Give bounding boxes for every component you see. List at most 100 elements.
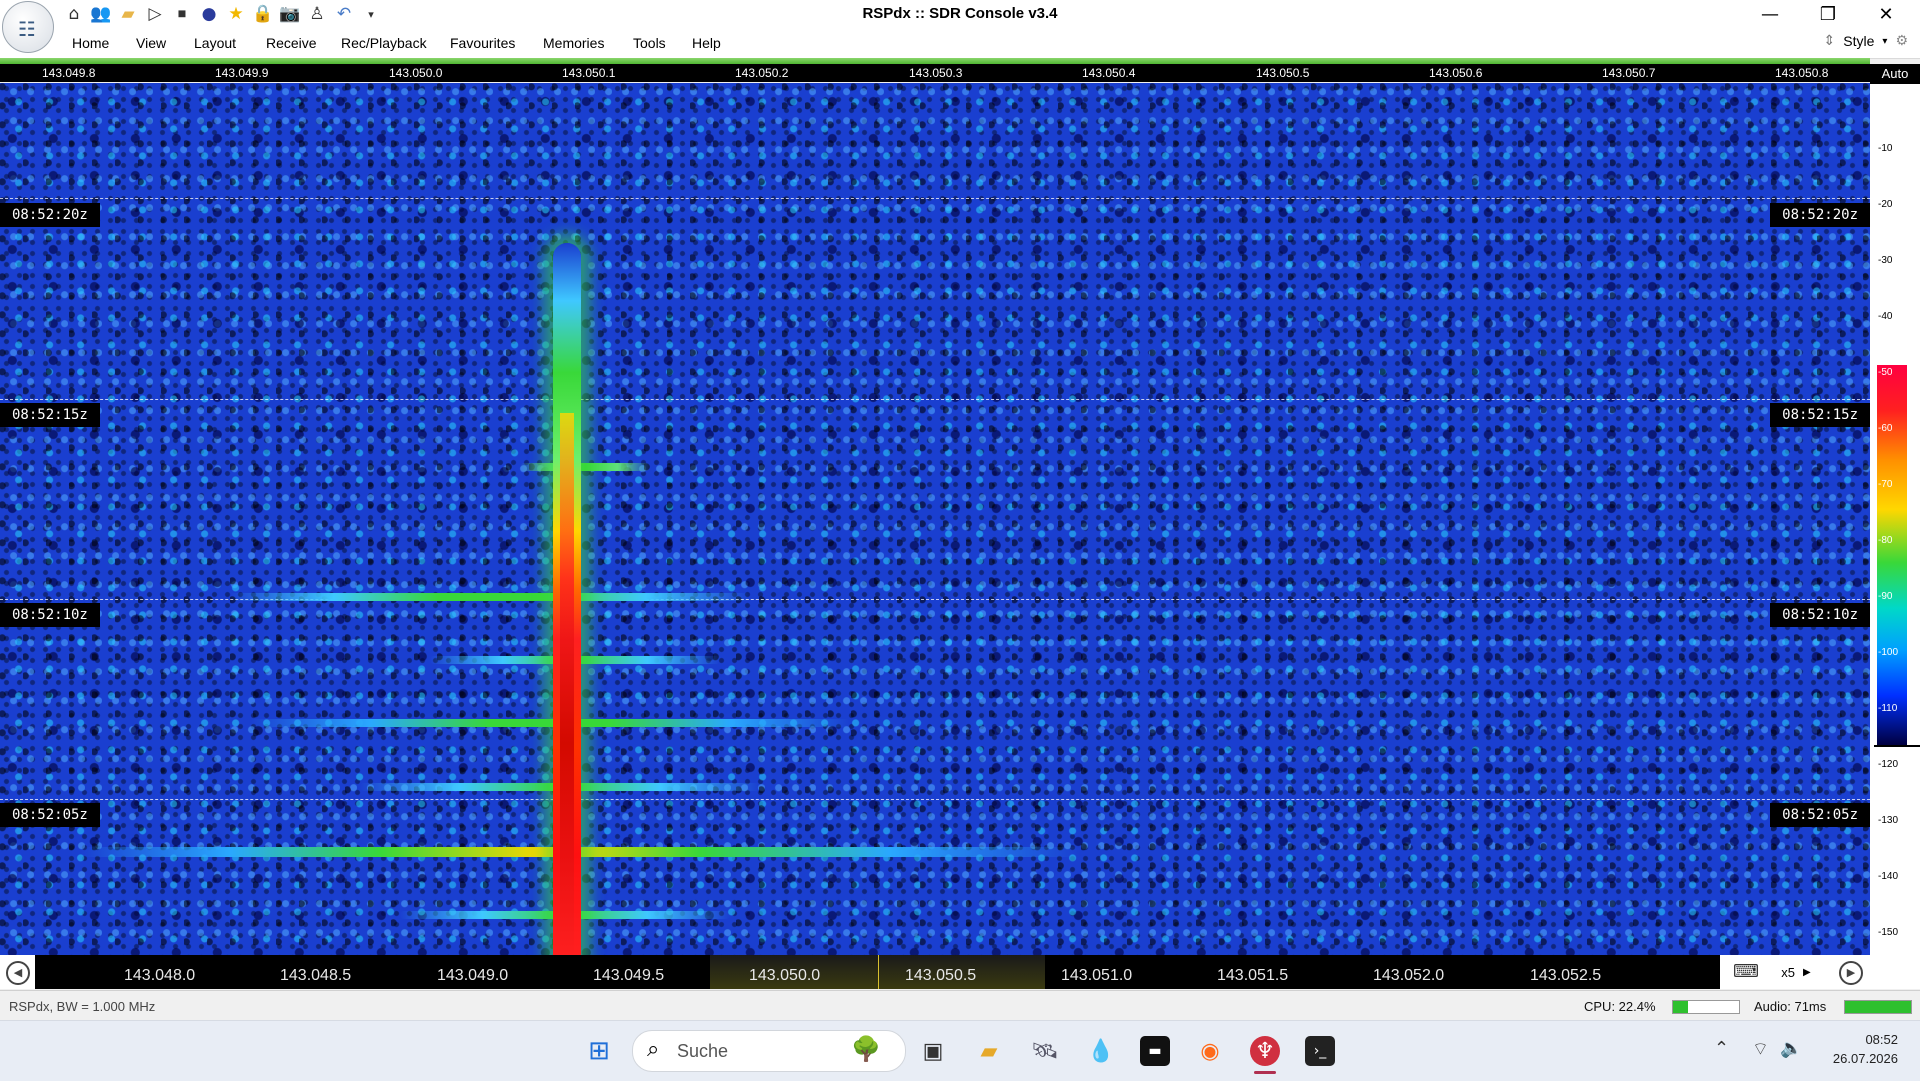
time-gridline <box>0 399 1870 400</box>
menu-memories[interactable]: Memories <box>543 35 604 51</box>
top-tick: 143.050.0 <box>389 66 443 80</box>
db-tick: -110 <box>1878 703 1898 714</box>
search-label: Suche <box>677 1041 729 1061</box>
top-tick: 143.049.8 <box>42 66 96 80</box>
time-label-right: 08:52:20z <box>1770 203 1870 227</box>
tuned-frequency-marker[interactable] <box>878 955 879 989</box>
top-tick: 143.050.2 <box>735 66 789 80</box>
clock-date: 26.07.2026 <box>1832 1051 1898 1066</box>
top-tick: 143.050.5 <box>1256 66 1310 80</box>
db-tick: -50 <box>1878 367 1893 378</box>
time-gridline <box>0 799 1870 800</box>
close-icon[interactable]: ✕ <box>1858 0 1914 28</box>
top-frequency-scale[interactable]: 143.049.8 143.049.9 143.050.0 143.050.1 … <box>0 64 1870 82</box>
menu-layout[interactable]: Layout <box>194 35 236 51</box>
menu-help[interactable]: Help <box>692 35 721 51</box>
gear-icon[interactable]: ⚙ <box>1895 33 1908 49</box>
search-icon: ⌕ <box>647 1037 660 1062</box>
bottom-tick: 143.051.0 <box>1061 967 1133 984</box>
bottom-tick: 143.052.0 <box>1373 967 1445 984</box>
carrier-core <box>560 413 574 955</box>
console-icon[interactable]: ›_ <box>1305 1036 1335 1066</box>
menu-receive[interactable]: Receive <box>266 35 317 51</box>
bottom-tick: 143.049.0 <box>437 967 509 984</box>
top-tick: 143.050.6 <box>1429 66 1483 80</box>
tray-chevron-up-icon[interactable]: ⌃ <box>1714 1038 1729 1059</box>
menu-home[interactable]: Home <box>72 35 109 51</box>
menu-rec-playback[interactable]: Rec/Playback <box>341 35 427 51</box>
menu-tools[interactable]: Tools <box>633 35 666 51</box>
system-clock[interactable]: 08:52 26.07.2026 <box>1833 1030 1898 1068</box>
cpu-label: CPU: 22.4% <box>1584 999 1656 1014</box>
top-tick: 143.050.3 <box>909 66 963 80</box>
db-tick: -120 <box>1878 759 1899 770</box>
search-box[interactable]: ⌕ Suche 🌳 <box>632 1030 906 1072</box>
time-label-left: 08:52:10z <box>0 603 100 627</box>
sdr-console-icon[interactable]: ♆ <box>1250 1036 1280 1066</box>
satellite-icon[interactable]: 🛰 <box>1030 1036 1060 1066</box>
window-title: RSPdx :: SDR Console v3.4 <box>862 5 1058 22</box>
top-tick: 143.050.1 <box>562 66 616 80</box>
time-label-left: 08:52:05z <box>0 803 100 827</box>
colormap-bar[interactable] <box>1877 365 1907 745</box>
folder-icon[interactable]: ▰ <box>974 1036 1004 1066</box>
db-tick: -10 <box>1878 143 1893 154</box>
firefox-icon[interactable]: ◉ <box>1195 1036 1225 1066</box>
db-tick: -80 <box>1878 535 1893 546</box>
play-arrow-icon[interactable]: ▶ <box>1803 967 1811 978</box>
scroll-icon: ⇕ <box>1823 33 1836 49</box>
bottom-tick: 143.050.5 <box>905 967 977 984</box>
bottom-tick: 143.048.0 <box>124 967 196 984</box>
active-app-indicator <box>1254 1071 1276 1074</box>
restore-icon[interactable]: ❐ <box>1800 0 1856 28</box>
time-label-right: 08:52:05z <box>1770 803 1870 827</box>
db-tick: -40 <box>1878 311 1893 322</box>
taskbar <box>0 1020 1920 1081</box>
status-bar: RSPdx, BW = 1.000 MHz CPU: 22.4% Audio: … <box>0 990 1920 1021</box>
scroll-right-icon[interactable]: ▶ <box>1839 961 1863 985</box>
top-tick: 143.049.9 <box>215 66 269 80</box>
signal-streak <box>250 719 850 727</box>
db-tick: -130 <box>1878 815 1899 826</box>
signal-streak <box>230 593 750 601</box>
minimize-icon[interactable]: — <box>1742 0 1798 28</box>
top-tick: 143.050.4 <box>1082 66 1136 80</box>
time-label-right: 08:52:10z <box>1770 603 1870 627</box>
windows-start-icon[interactable]: ⊞ <box>584 1036 614 1066</box>
drop-app-icon[interactable]: 💧 <box>1086 1036 1116 1066</box>
terminal-icon[interactable]: ▬ <box>1140 1036 1170 1066</box>
audio-meter <box>1844 1000 1912 1014</box>
file-manager-icon[interactable]: ▣ <box>918 1036 948 1066</box>
time-label-right: 08:52:15z <box>1770 403 1870 427</box>
style-label[interactable]: Style <box>1843 33 1874 49</box>
bottom-tick: 143.051.5 <box>1217 967 1289 984</box>
menu-view[interactable]: View <box>136 35 166 51</box>
bottom-tick: 143.052.5 <box>1530 967 1602 984</box>
bottom-tick: 143.048.5 <box>280 967 352 984</box>
db-tick: -140 <box>1878 871 1899 882</box>
bonsai-icon: 🌳 <box>851 1035 881 1063</box>
db-tick: -60 <box>1878 423 1893 434</box>
title-bar: ⌂ 👥 ▰ ▷ ⏹ ● ★ 🔒 📷 ♙ ↶ ▾ RSPdx :: SDR Con… <box>0 0 1920 28</box>
db-tick: -30 <box>1878 255 1893 266</box>
bottom-tick: 143.049.5 <box>593 967 665 984</box>
time-label-left: 08:52:20z <box>0 203 100 227</box>
speaker-icon[interactable]: 🔈 <box>1780 1038 1802 1059</box>
noise-floor-marker[interactable] <box>1874 745 1920 747</box>
auto-button[interactable]: Auto <box>1870 64 1920 84</box>
scroll-left-icon[interactable]: ◀ <box>6 961 30 985</box>
time-label-left: 08:52:15z <box>0 403 100 427</box>
db-tick: -100 <box>1878 647 1899 658</box>
waterfall-display[interactable]: 08:52:20z 08:52:15z 08:52:10z 08:52:05z … <box>0 83 1870 955</box>
audio-label: Audio: 71ms <box>1754 999 1827 1014</box>
wifi-icon[interactable]: ⌔ <box>1752 1038 1769 1061</box>
app-menu-button[interactable]: ☷ <box>2 1 54 53</box>
zoom-label: x5 <box>1781 964 1796 980</box>
keyboard-icon[interactable]: ⌨ <box>1733 961 1759 982</box>
chevron-down-icon: ▾ <box>1882 35 1888 47</box>
app-logo-icon: ☷ <box>18 17 36 41</box>
bottom-tick: 143.050.0 <box>749 967 821 984</box>
style-control[interactable]: ⇕ Style ▾ ⚙ <box>1824 33 1908 49</box>
zoom-control[interactable]: x5 ▶ <box>1766 956 1826 988</box>
menu-favourites[interactable]: Favourites <box>450 35 515 51</box>
